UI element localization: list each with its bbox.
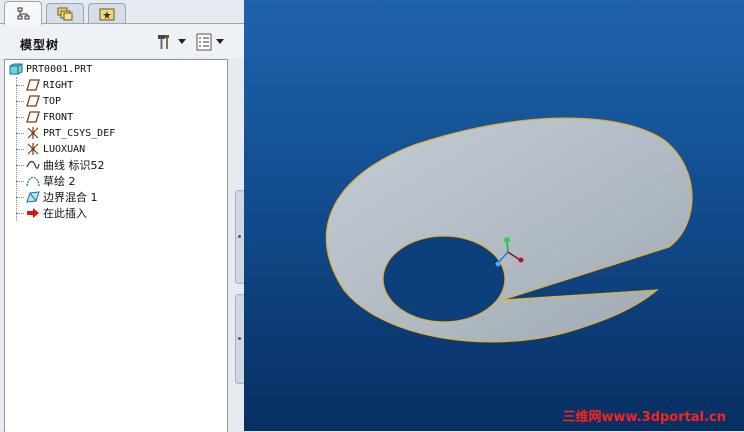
graphics-viewport[interactable]: 三维网www.3dportal.cn: [244, 0, 744, 431]
model-tree-title: 模型树: [20, 38, 60, 52]
tree-root[interactable]: PRT0001.PRT: [8, 61, 92, 77]
tree-item-right[interactable]: RIGHT: [25, 77, 73, 93]
navigator-tabs: [0, 0, 244, 25]
tree-item-top[interactable]: TOP: [25, 93, 61, 109]
tree-item-front[interactable]: FRONT: [25, 109, 73, 125]
list-icon: [196, 33, 212, 51]
tree-show-button[interactable]: [196, 32, 224, 52]
watermark: 三维网www.3dportal.cn: [562, 410, 726, 425]
folder-browser-tab[interactable]: [46, 3, 84, 24]
tree-item-luoxuan[interactable]: LUOXUAN: [25, 141, 85, 157]
insert-here-arrow-icon: [25, 206, 41, 220]
curve-icon: [25, 158, 41, 172]
tree-item-boundary-blend[interactable]: 边界混合 1: [25, 189, 98, 205]
chevron-down-icon: [178, 39, 186, 44]
left-panel: 模型树 PRT0001.PRT RIGHT TOP FRONT PRT_CSYS…: [0, 0, 245, 432]
sketch-icon: [25, 174, 41, 188]
favorites-icon: [99, 8, 115, 21]
folders-icon: [57, 7, 73, 21]
tools-icon: [158, 35, 169, 49]
boundary-blend-surface[interactable]: [325, 117, 693, 343]
favorites-tab[interactable]: [88, 3, 126, 24]
tree-item-curve[interactable]: 曲线 标识52: [25, 157, 105, 173]
datum-plane-icon: [25, 110, 41, 124]
tree-icon: [17, 7, 30, 19]
inner-hole: [382, 235, 506, 323]
3d-model-view: [325, 117, 693, 343]
tree-item-prt-csys-def[interactable]: PRT_CSYS_DEF: [25, 125, 115, 141]
model-tree-header: 模型树: [0, 24, 244, 58]
coordinate-system-icon: [25, 126, 41, 140]
tree-item-sketch[interactable]: 草绘 2: [25, 173, 76, 189]
model-tree: PRT0001.PRT RIGHT TOP FRONT PRT_CSYS_DEF…: [4, 59, 228, 432]
tree-item-insert-here[interactable]: 在此插入: [25, 205, 87, 221]
boundary-blend-icon: [25, 190, 41, 204]
part-icon: [8, 62, 24, 76]
datum-plane-icon: [25, 94, 41, 108]
coordinate-system-icon: [25, 142, 41, 156]
datum-plane-icon: [25, 78, 41, 92]
model-tree-tab[interactable]: [4, 1, 42, 25]
tree-root-label: PRT0001.PRT: [26, 63, 93, 75]
chevron-down-icon: [216, 39, 224, 44]
tree-settings-button[interactable]: [156, 32, 186, 52]
